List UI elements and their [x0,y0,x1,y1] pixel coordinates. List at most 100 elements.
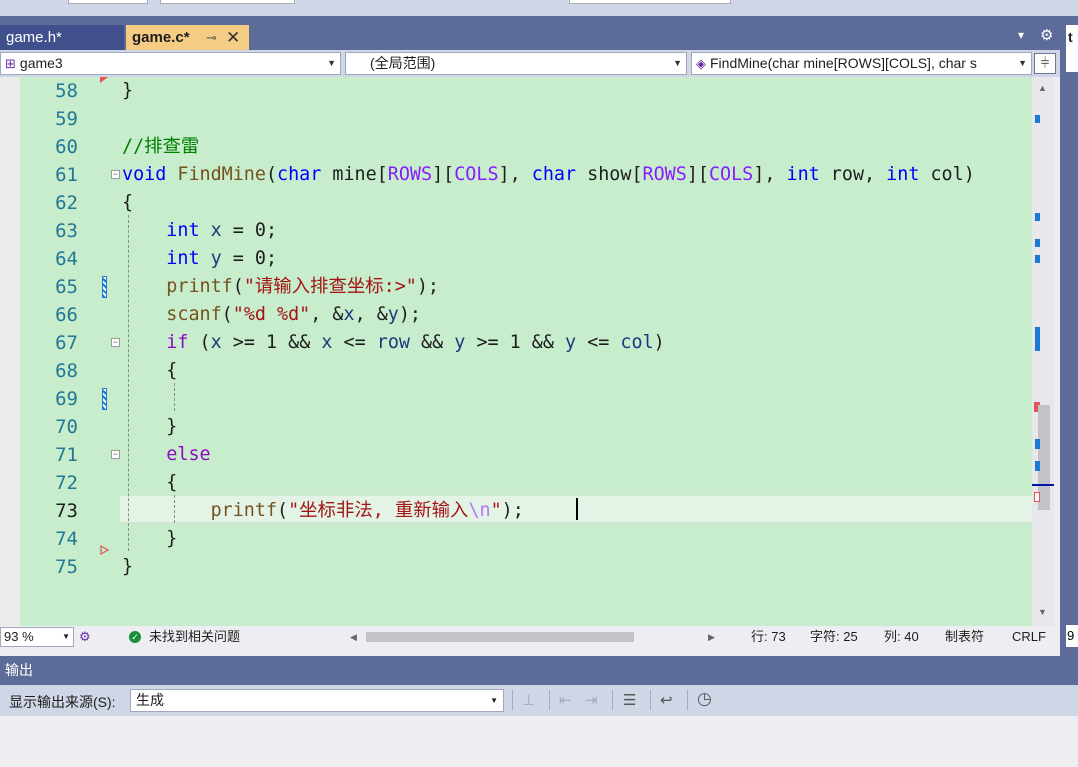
caret-position-marker [1032,484,1054,486]
code-line: 70 } [20,413,1032,441]
code-text: void FindMine(char mine[ROWS][COLS], cha… [122,164,975,185]
find-message-icon[interactable]: ⊥ [522,691,535,709]
code-editor[interactable]: − − − 58 } 59 60 //排查雷 61 void FindMine(… [0,77,1054,626]
output-content[interactable] [0,716,1078,767]
word-wrap-icon[interactable]: ↩ [660,691,673,709]
col-indicator[interactable]: 列: 40 [884,626,919,648]
toolbar-separator [650,690,651,710]
toolbar-separator [512,690,513,710]
side-nav-fragment[interactable] [1066,50,1078,72]
method-icon: ◈ [696,56,706,71]
code-text: scanf("%d %d", &x, &y); [166,304,422,325]
code-line: 64 int y = 0; [20,245,1032,273]
code-line: 60 //排查雷 [20,133,1032,161]
code-line: 63 int x = 0; [20,217,1032,245]
code-text: } [166,528,178,549]
output-panel-title[interactable]: 输出 [0,656,1078,685]
member-dropdown[interactable]: ◈ FindMine(char mine[ROWS][COLS], char s … [691,52,1032,75]
indent-mode[interactable]: 制表符 [945,626,984,648]
scroll-right-icon[interactable]: ▶ [708,626,715,648]
zoom-dropdown[interactable]: 93 % ▼ [0,627,74,647]
gear-icon[interactable]: ⚙ [1040,26,1053,44]
line-number: 58 [55,80,78,102]
code-text: { [166,360,178,381]
output-source-dropdown[interactable]: 生成 ▼ [130,689,504,712]
line-number: 59 [55,108,78,130]
line-number: 73 [55,500,78,522]
change-map-marker [1035,461,1040,471]
code-line: 69 [20,385,1032,413]
toolbar-strip [0,0,1078,16]
ide-window: game.h* game.c* ⊸ ✕ ▾ ⚙ t 9 ⊞ game3 ▼ (全局… [0,0,1078,767]
line-number: 64 [55,248,78,270]
toolbar-control-fragment[interactable] [68,0,148,4]
line-ending[interactable]: CRLF [1012,626,1046,648]
line-number: 62 [55,192,78,214]
code-line-current: 73 printf("坐标非法, 重新输入\n"); [20,497,1032,525]
tab-game-h[interactable]: game.h* [0,25,124,50]
project-dropdown[interactable]: ⊞ game3 ▼ [0,52,341,75]
tab-list-dropdown-icon[interactable]: ▾ [1018,28,1024,42]
split-editor-button[interactable]: ⫩ [1034,53,1056,74]
pin-icon[interactable]: ⊸ [206,25,217,50]
chevron-down-icon: ▼ [62,632,70,641]
side-panel-edge: t 9 [1060,16,1078,656]
change-map-marker [1035,115,1040,123]
line-number: 65 [55,276,78,298]
line-number: 71 [55,444,78,466]
scope-value: (全局范围) [370,55,436,71]
scroll-thumb[interactable] [366,632,634,642]
output-source-label: 显示输出来源(S): [9,694,116,710]
scope-dropdown[interactable]: (全局范围) ▼ [345,52,687,75]
vertical-scrollbar[interactable]: ▲ ▼ [1032,77,1054,626]
line-number: 67 [55,332,78,354]
issues-status[interactable]: 未找到相关问题 [149,626,240,648]
clock-icon[interactable]: ◷ [697,689,712,709]
toolbar-control-fragment[interactable] [569,0,731,4]
tab-label: game.h* [6,29,62,46]
code-line: 59 [20,105,1032,133]
scroll-left-icon[interactable]: ◀ [350,626,357,648]
tab-game-c[interactable]: game.c* ⊸ ✕ [126,25,249,50]
toolbar-separator [612,690,613,710]
change-map-marker [1035,327,1040,351]
code-text: } [122,80,134,101]
code-text: printf("请输入排查坐标:>"); [166,276,439,297]
code-text: else [166,444,211,465]
clear-all-icon[interactable]: ☰ [623,691,636,709]
line-number: 75 [55,556,78,578]
code-line: 61 void FindMine(char mine[ROWS][COLS], … [20,161,1032,189]
chevron-down-icon: ▼ [1018,58,1027,68]
line-number: 66 [55,304,78,326]
line-indicator[interactable]: 行: 73 [751,626,786,648]
code-line: 74 } [20,525,1032,553]
line-number: 68 [55,360,78,382]
chevron-down-icon: ▼ [327,58,336,68]
line-number: 60 [55,136,78,158]
side-tab-fragment[interactable]: t [1066,25,1078,50]
toolbar-control-fragment[interactable] [160,0,295,4]
line-number: 69 [55,388,78,410]
check-icon: ✓ [129,631,141,643]
horizontal-scrollbar[interactable]: ◀ ▶ [348,631,718,643]
member-value: FindMine(char mine[ROWS][COLS], char s [710,55,977,71]
scroll-down-icon[interactable]: ▼ [1038,607,1047,617]
scroll-up-icon[interactable]: ▲ [1038,83,1047,93]
code-line: 71 else [20,441,1032,469]
code-text: int y = 0; [166,248,278,269]
zoom-value: 93 % [4,629,34,644]
error-map-marker [1034,492,1040,502]
close-icon[interactable]: ✕ [226,25,240,50]
code-line: 72 { [20,469,1032,497]
chevron-down-icon: ▼ [673,58,682,68]
code-text: printf("坐标非法, 重新输入\n"); [210,500,524,521]
intellicode-icon[interactable]: ⚙ [79,626,91,648]
indicator-margin [0,77,20,626]
line-number: 74 [55,528,78,550]
next-message-icon[interactable]: ⇥ [585,691,598,709]
prev-message-icon[interactable]: ⇤ [559,691,572,709]
code-line: 67 if (x >= 1 && x <= row && y >= 1 && y… [20,329,1032,357]
document-tab-bar: game.h* game.c* ⊸ ✕ ▾ ⚙ [0,16,1060,50]
change-map-marker [1035,213,1040,221]
char-indicator[interactable]: 字符: 25 [810,626,858,648]
